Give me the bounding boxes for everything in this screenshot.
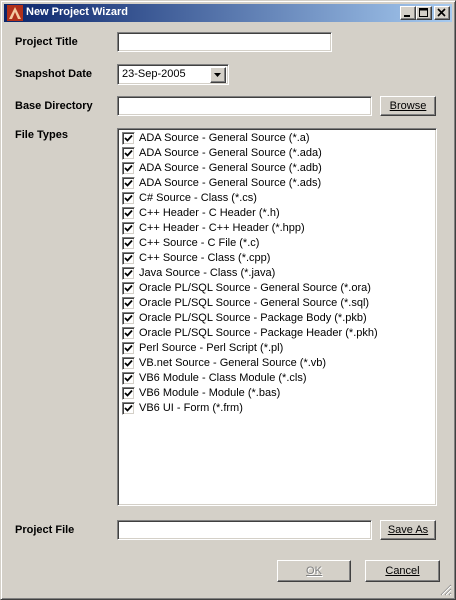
checkmark-icon xyxy=(124,179,133,187)
snapshot-date-picker[interactable]: 23-Sep-2005 xyxy=(117,64,229,85)
file-type-checkbox[interactable] xyxy=(122,297,135,310)
browse-button[interactable]: Browse xyxy=(380,96,436,116)
file-type-checkbox[interactable] xyxy=(122,372,135,385)
cancel-button[interactable]: Cancel xyxy=(365,560,440,582)
file-type-checkbox[interactable] xyxy=(122,147,135,160)
file-types-list[interactable]: ADA Source - General Source (*.a) ADA Sou… xyxy=(117,128,437,506)
project-title-field[interactable] xyxy=(117,32,332,52)
project-file-input[interactable] xyxy=(120,523,369,537)
file-type-checkbox[interactable] xyxy=(122,402,135,415)
resize-grip-icon[interactable] xyxy=(440,584,452,596)
checkmark-icon xyxy=(124,209,133,217)
file-type-label: ADA Source - General Source (*.adb) xyxy=(139,162,322,174)
checkmark-icon xyxy=(124,134,133,142)
checkmark-icon xyxy=(124,314,133,322)
project-file-label: Project File xyxy=(15,524,75,536)
file-type-label: Oracle PL/SQL Source - General Source (*… xyxy=(139,282,371,294)
title-bar[interactable]: New Project Wizard xyxy=(4,4,452,22)
checkmark-icon xyxy=(124,299,133,307)
file-type-checkbox[interactable] xyxy=(122,312,135,325)
project-title-input[interactable] xyxy=(120,35,329,49)
project-file-field[interactable] xyxy=(117,520,372,540)
checkmark-icon xyxy=(124,404,133,412)
cancel-button-label: Cancel xyxy=(385,565,420,577)
file-type-checkbox[interactable] xyxy=(122,192,135,205)
file-type-checkbox[interactable] xyxy=(122,237,135,250)
file-type-checkbox[interactable] xyxy=(122,327,135,340)
checkmark-icon xyxy=(124,329,133,337)
checkmark-icon xyxy=(124,239,133,247)
file-type-label: Oracle PL/SQL Source - Package Header (*… xyxy=(139,327,378,339)
file-type-checkbox[interactable] xyxy=(122,222,135,235)
file-type-label: ADA Source - General Source (*.ads) xyxy=(139,177,322,189)
file-type-label: C++ Source - C File (*.c) xyxy=(139,237,260,249)
file-type-label: C# Source - Class (*.cs) xyxy=(139,192,257,204)
file-type-checkbox[interactable] xyxy=(122,177,135,190)
file-types-items: ADA Source - General Source (*.a) ADA Sou… xyxy=(120,131,434,503)
base-directory-field[interactable] xyxy=(117,96,372,116)
ok-button[interactable]: OK xyxy=(277,560,351,582)
checkmark-icon xyxy=(124,344,133,352)
base-directory-input[interactable] xyxy=(120,99,369,113)
file-type-label: VB6 Module - Class Module (*.cls) xyxy=(139,372,307,384)
checkmark-icon xyxy=(124,149,133,157)
window-title: New Project Wizard xyxy=(26,6,128,18)
checkmark-icon xyxy=(124,359,133,367)
wizard-window: New Project Wizard Project Title Snapsho… xyxy=(0,0,456,600)
file-type-checkbox[interactable] xyxy=(122,132,135,145)
checkmark-icon xyxy=(124,254,133,262)
file-type-label: Perl Source - Perl Script (*.pl) xyxy=(139,342,284,354)
close-button[interactable] xyxy=(434,6,450,20)
maximize-button[interactable] xyxy=(416,6,432,20)
file-type-label: C++ Header - C++ Header (*.hpp) xyxy=(139,222,305,234)
base-directory-label: Base Directory xyxy=(15,100,93,112)
snapshot-date-value: 23-Sep-2005 xyxy=(122,68,186,80)
file-type-checkbox[interactable] xyxy=(122,162,135,175)
file-type-checkbox[interactable] xyxy=(122,252,135,265)
file-type-label: ADA Source - General Source (*.ada) xyxy=(139,147,322,159)
file-type-label: C++ Source - Class (*.cpp) xyxy=(139,252,271,264)
file-type-checkbox[interactable] xyxy=(122,342,135,355)
date-dropdown-button[interactable] xyxy=(210,67,226,83)
file-type-label: Oracle PL/SQL Source - General Source (*… xyxy=(139,297,370,309)
file-type-checkbox[interactable] xyxy=(122,357,135,370)
file-type-label: Java Source - Class (*.java) xyxy=(139,267,276,279)
checkmark-icon xyxy=(124,374,133,382)
checkmark-icon xyxy=(124,284,133,292)
checkmark-icon xyxy=(124,224,133,232)
checkmark-icon xyxy=(124,389,133,397)
browse-button-label: Browse xyxy=(389,100,427,112)
app-logo-icon xyxy=(7,5,23,21)
minimize-button[interactable] xyxy=(400,6,416,20)
file-type-label: ADA Source - General Source (*.a) xyxy=(139,132,310,144)
checkmark-icon xyxy=(124,164,133,172)
checkmark-icon xyxy=(124,194,133,202)
file-type-label: VB.net Source - General Source (*.vb) xyxy=(139,357,327,369)
file-type-label: VB6 UI - Form (*.frm) xyxy=(139,402,243,414)
file-type-label: VB6 Module - Module (*.bas) xyxy=(139,387,281,399)
file-type-checkbox[interactable] xyxy=(122,387,135,400)
file-type-checkbox[interactable] xyxy=(122,267,135,280)
save-as-button[interactable]: Save As xyxy=(380,520,436,540)
save-as-button-label: Save As xyxy=(387,524,429,536)
file-types-label: File Types xyxy=(15,129,68,141)
file-type-checkbox[interactable] xyxy=(122,282,135,295)
snapshot-date-label: Snapshot Date xyxy=(15,68,93,80)
ok-button-label: OK xyxy=(306,565,322,577)
file-type-label: C++ Header - C Header (*.h) xyxy=(139,207,280,219)
file-type-label: Oracle PL/SQL Source - Package Body (*.p… xyxy=(139,312,367,324)
project-title-label: Project Title xyxy=(15,36,78,48)
checkmark-icon xyxy=(124,269,133,277)
file-type-checkbox[interactable] xyxy=(122,207,135,220)
